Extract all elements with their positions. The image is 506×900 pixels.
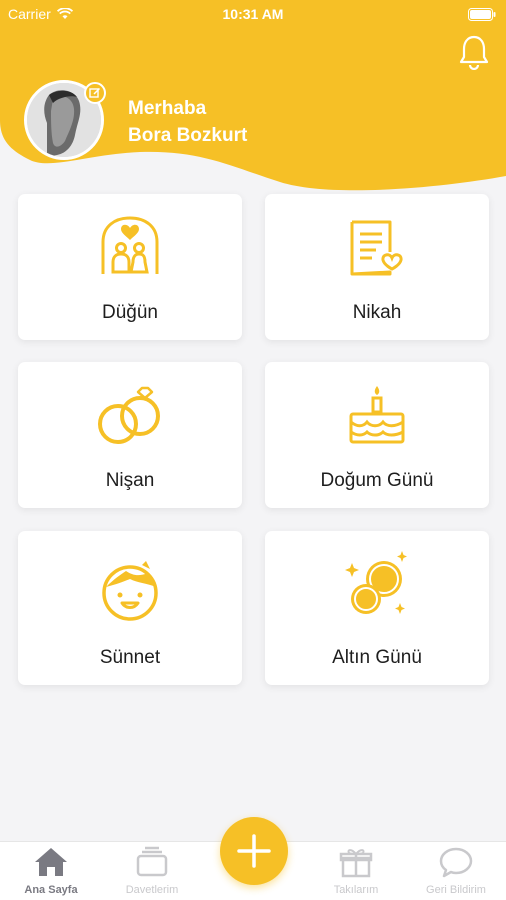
invitations-icon bbox=[136, 846, 168, 877]
category-card-nisan[interactable]: Nişan bbox=[18, 362, 242, 508]
category-label: Sünnet bbox=[99, 647, 161, 668]
greeting-title: Merhaba bbox=[128, 98, 207, 119]
status-time: 10:31 AM bbox=[222, 6, 284, 22]
category-card-altin-gunu[interactable]: Altın Günü bbox=[265, 531, 489, 685]
category-card-sunnet[interactable]: Sünnet bbox=[18, 531, 242, 685]
tab-geri-bildirim[interactable]: Geri Bildirim bbox=[406, 842, 506, 900]
category-label: Doğum Günü bbox=[320, 470, 434, 491]
tab-label: Takılarım bbox=[333, 884, 379, 896]
home-icon bbox=[35, 848, 67, 876]
plus-icon bbox=[237, 834, 271, 868]
category-label: Nikah bbox=[352, 302, 402, 323]
category-card-dogum-gunu[interactable]: Doğum Günü bbox=[265, 362, 489, 508]
wedding-couple-icon bbox=[101, 216, 159, 274]
gold-coins-icon bbox=[345, 551, 407, 614]
engagement-rings-icon bbox=[98, 386, 160, 444]
greeting: Merhaba Bora Bozkurt bbox=[128, 95, 247, 149]
boy-face-icon bbox=[102, 561, 158, 621]
profile-avatar[interactable] bbox=[24, 80, 106, 160]
tab-label: Davetlerim bbox=[125, 884, 179, 896]
battery-icon bbox=[468, 8, 496, 21]
category-card-nikah[interactable]: Nikah bbox=[265, 194, 489, 340]
edit-profile-icon[interactable] bbox=[84, 82, 106, 104]
tab-takilarim[interactable]: Takılarım bbox=[306, 842, 406, 900]
tab-label: Ana Sayfa bbox=[24, 884, 78, 896]
status-bar: Carrier 10:31 AM bbox=[0, 0, 506, 28]
category-card-dugun[interactable]: Düğün bbox=[18, 194, 242, 340]
tab-davetlerim[interactable]: Davetlerim bbox=[102, 842, 202, 900]
add-button[interactable] bbox=[220, 817, 288, 885]
tab-ana-sayfa[interactable]: Ana Sayfa bbox=[1, 842, 101, 900]
category-label: Düğün bbox=[102, 302, 158, 323]
category-label: Altın Günü bbox=[332, 647, 422, 668]
birthday-cake-icon bbox=[349, 386, 405, 444]
user-name: Bora Bozkurt bbox=[128, 125, 248, 146]
tab-label: Geri Bildirim bbox=[426, 884, 486, 896]
gift-icon bbox=[339, 849, 373, 878]
category-label: Nişan bbox=[105, 470, 155, 491]
chat-bubble-icon bbox=[439, 847, 473, 878]
notification-bell-icon[interactable] bbox=[458, 34, 490, 70]
marriage-certificate-icon bbox=[350, 220, 403, 276]
